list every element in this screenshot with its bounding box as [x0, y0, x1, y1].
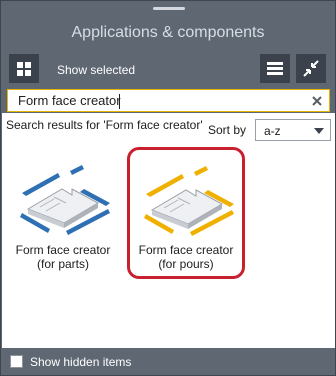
footer-bar: Show hidden items [2, 348, 335, 375]
search-input-value[interactable]: Form face creator [18, 93, 121, 108]
sort-by-dropdown[interactable]: a-z [255, 119, 331, 141]
applications-panel: Applications & components Show selected … [0, 0, 336, 376]
card-label: Form face creator (for pours) [130, 243, 242, 271]
show-hidden-label[interactable]: Show hidden items [30, 355, 131, 369]
panel-title: Applications & components [71, 24, 265, 41]
grid-view-button[interactable] [9, 54, 39, 83]
grid-icon [17, 62, 31, 76]
search-results-label: Search results for 'Form face creator' [6, 118, 203, 132]
component-card-pours[interactable]: Form face creator (for pours) [127, 147, 245, 279]
card-label-line1: Form face creator [15, 243, 111, 257]
close-icon[interactable] [311, 95, 323, 107]
form-face-creator-pours-icon [144, 166, 234, 236]
list-view-button[interactable] [260, 54, 290, 83]
show-selected-toggle[interactable]: Show selected [57, 63, 135, 77]
chevron-down-icon [314, 128, 324, 134]
card-label-line2: (for pours) [158, 257, 214, 271]
drag-grip-handle[interactable] [153, 7, 185, 10]
show-hidden-checkbox[interactable] [10, 355, 23, 368]
card-label: Form face creator (for parts) [4, 243, 122, 271]
search-field[interactable]: Form face creator [7, 89, 330, 112]
results-header: Search results for 'Form face creator' S… [2, 113, 335, 145]
sort-selected-value: a-z [264, 124, 281, 138]
results-grid: Form face creator (for parts) Form face … [2, 145, 335, 348]
card-label-line2: (for parts) [36, 257, 89, 271]
list-icon [267, 62, 283, 75]
collapse-button[interactable] [296, 54, 326, 83]
form-face-creator-parts-icon [20, 165, 110, 235]
text-caret [119, 94, 120, 109]
component-card-parts[interactable]: Form face creator (for parts) [4, 147, 122, 279]
collapse-icon [303, 60, 319, 77]
sort-by-label: Sort by [208, 123, 247, 137]
card-label-line1: Form face creator [138, 243, 234, 257]
